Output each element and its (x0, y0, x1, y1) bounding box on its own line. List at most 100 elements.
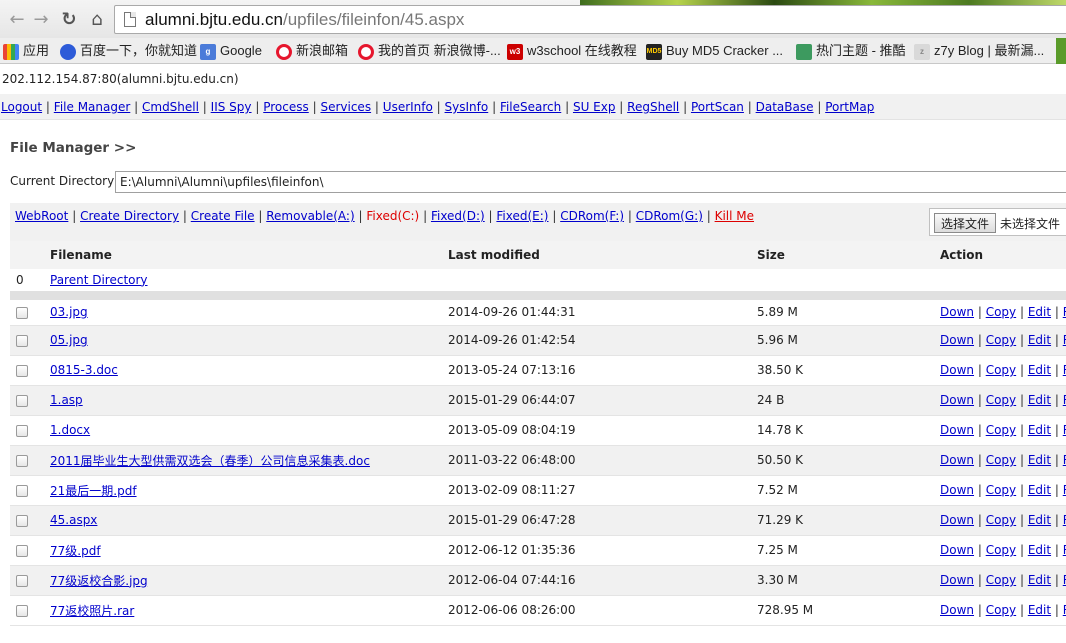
reload-icon[interactable]: ↻ (58, 9, 80, 31)
action-copy-link[interactable]: Copy (986, 603, 1016, 617)
action-copy-link[interactable]: Copy (986, 513, 1016, 527)
menu-sysinfo[interactable]: SysInfo (445, 100, 489, 114)
action-edit-link[interactable]: Edit (1028, 423, 1051, 437)
link-create-directory[interactable]: Create Directory (80, 209, 179, 223)
row-checkbox[interactable] (16, 334, 28, 347)
bookmark-weibo-home[interactable]: 我的首页 新浪微博-... (358, 42, 501, 60)
file-link[interactable]: 2011届毕业生大型供需双选会（春季）公司信息采集表.doc (50, 454, 370, 468)
action-edit-link[interactable]: Edit (1028, 453, 1051, 467)
home-icon[interactable]: ⌂ (86, 9, 108, 31)
link-drive-g[interactable]: CDRom(G:) (636, 209, 703, 223)
bookmark-baidu[interactable]: 百度一下，你就知道 (60, 42, 197, 60)
back-arrow-icon[interactable]: ← (6, 9, 28, 31)
action-copy-link[interactable]: Copy (986, 363, 1016, 377)
bookmark-tuicool[interactable]: 热门主题 - 推酷 (796, 42, 906, 60)
bookmark-overflow[interactable] (1056, 38, 1066, 64)
row-checkbox[interactable] (16, 424, 28, 437)
action-down-link[interactable]: Down (940, 483, 974, 497)
link-drive-d[interactable]: Fixed(D:) (431, 209, 485, 223)
action-edit-link[interactable]: Edit (1028, 603, 1051, 617)
action-copy-link[interactable]: Copy (986, 543, 1016, 557)
row-checkbox[interactable] (16, 604, 28, 617)
action-edit-link[interactable]: Edit (1028, 333, 1051, 347)
file-link[interactable]: 77返校照片.rar (50, 604, 134, 618)
action-down-link[interactable]: Down (940, 363, 974, 377)
file-link[interactable]: 1.docx (50, 423, 90, 437)
action-edit-link[interactable]: Edit (1028, 363, 1051, 377)
link-drive-a[interactable]: Removable(A:) (266, 209, 354, 223)
bookmark-w3school[interactable]: w3 w3school 在线教程 (507, 42, 637, 60)
action-down-link[interactable]: Down (940, 573, 974, 587)
bookmark-apps[interactable]: 应用 (3, 42, 49, 60)
action-copy-link[interactable]: Copy (986, 393, 1016, 407)
bookmark-md5-cracker[interactable]: MD5 Buy MD5 Cracker ... (646, 42, 783, 60)
menu-portmap[interactable]: PortMap (825, 100, 874, 114)
row-checkbox[interactable] (16, 394, 28, 407)
action-down-link[interactable]: Down (940, 393, 974, 407)
bookmark-sina-mail[interactable]: 新浪邮箱 (276, 42, 348, 60)
forward-arrow-icon[interactable]: → (30, 9, 52, 31)
link-drive-c[interactable]: Fixed(C:) (366, 209, 419, 223)
file-link[interactable]: 1.asp (50, 393, 83, 407)
header-last-modified: Last modified (448, 241, 757, 269)
file-link[interactable]: 0815-3.doc (50, 363, 118, 377)
menu-iis-spy[interactable]: IIS Spy (211, 100, 252, 114)
row-checkbox[interactable] (16, 544, 28, 557)
menu-portscan[interactable]: PortScan (691, 100, 744, 114)
current-directory-input[interactable] (115, 171, 1066, 193)
menu-database[interactable]: DataBase (756, 100, 814, 114)
action-down-link[interactable]: Down (940, 513, 974, 527)
row-checkbox[interactable] (16, 454, 28, 467)
bookmark-z7y-blog[interactable]: z z7y Blog | 最新漏... (914, 42, 1044, 60)
action-edit-link[interactable]: Edit (1028, 513, 1051, 527)
choose-file-button[interactable]: 选择文件 (934, 213, 996, 233)
action-down-link[interactable]: Down (940, 423, 974, 437)
link-kill-me[interactable]: Kill Me (715, 209, 754, 223)
file-link[interactable]: 05.jpg (50, 333, 88, 347)
action-copy-link[interactable]: Copy (986, 333, 1016, 347)
address-url[interactable]: alumni.bjtu.edu.cn/upfiles/fileinfon/45.… (145, 9, 464, 30)
action-edit-link[interactable]: Edit (1028, 543, 1051, 557)
file-link[interactable]: 77级.pdf (50, 544, 101, 558)
menu-filesearch[interactable]: FileSearch (500, 100, 561, 114)
menu-cmdshell[interactable]: CmdShell (142, 100, 199, 114)
menu-file-manager[interactable]: File Manager (54, 100, 131, 114)
menu-userinfo[interactable]: UserInfo (383, 100, 433, 114)
action-copy-link[interactable]: Copy (986, 305, 1016, 319)
action-edit-link[interactable]: Edit (1028, 393, 1051, 407)
menu-regshell[interactable]: RegShell (627, 100, 679, 114)
row-checkbox[interactable] (16, 364, 28, 377)
parent-directory-link[interactable]: Parent Directory (50, 273, 148, 286)
file-link[interactable]: 77级返校合影.jpg (50, 574, 148, 588)
file-link[interactable]: 03.jpg (50, 305, 88, 319)
action-edit-link[interactable]: Edit (1028, 305, 1051, 319)
action-down-link[interactable]: Down (940, 333, 974, 347)
row-checkbox[interactable] (16, 514, 28, 527)
address-bar[interactable]: alumni.bjtu.edu.cn/upfiles/fileinfon/45.… (114, 5, 1066, 34)
file-link[interactable]: 21最后一期.pdf (50, 484, 137, 498)
menu-su-exp[interactable]: SU Exp (573, 100, 616, 114)
link-webroot[interactable]: WebRoot (15, 209, 68, 223)
modified-cell: 2013-02-09 08:11:27 (448, 475, 757, 506)
menu-services[interactable]: Services (320, 100, 371, 114)
action-copy-link[interactable]: Copy (986, 573, 1016, 587)
action-down-link[interactable]: Down (940, 305, 974, 319)
action-copy-link[interactable]: Copy (986, 483, 1016, 497)
file-link[interactable]: 45.aspx (50, 513, 97, 527)
bookmark-google[interactable]: g Google (200, 42, 262, 60)
action-copy-link[interactable]: Copy (986, 423, 1016, 437)
menu-process[interactable]: Process (263, 100, 309, 114)
action-edit-link[interactable]: Edit (1028, 573, 1051, 587)
action-copy-link[interactable]: Copy (986, 453, 1016, 467)
link-create-file[interactable]: Create File (191, 209, 255, 223)
link-drive-e[interactable]: Fixed(E:) (496, 209, 548, 223)
row-checkbox[interactable] (16, 306, 28, 319)
action-down-link[interactable]: Down (940, 543, 974, 557)
action-down-link[interactable]: Down (940, 603, 974, 617)
action-edit-link[interactable]: Edit (1028, 483, 1051, 497)
row-checkbox[interactable] (16, 484, 28, 497)
row-checkbox[interactable] (16, 574, 28, 587)
link-drive-f[interactable]: CDRom(F:) (560, 209, 624, 223)
action-down-link[interactable]: Down (940, 453, 974, 467)
menu-logout[interactable]: Logout (1, 100, 42, 114)
